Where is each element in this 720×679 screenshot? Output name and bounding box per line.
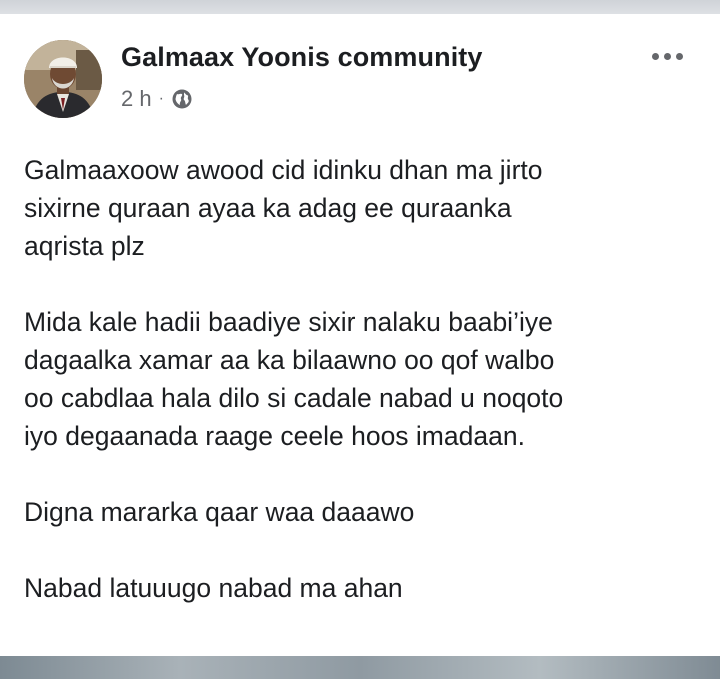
bottom-edge xyxy=(0,656,720,679)
post-paragraph-4: Nabad latuuugo nabad ma ahan xyxy=(24,569,694,607)
text-line: Galmaaxoow awood cid idinku dhan ma jirt… xyxy=(24,155,543,185)
avatar[interactable] xyxy=(24,40,102,118)
meta-separator: · xyxy=(158,90,164,107)
text-line: sixirne quraan ayaa ka adag ee quraanka xyxy=(24,193,512,223)
more-options-dot xyxy=(651,52,659,60)
text-line: iyo degaanada raage ceele hoos imadaan. xyxy=(24,421,525,451)
text-line: oo cabdlaa hala dilo si cadale nabad u n… xyxy=(24,383,564,413)
author-name[interactable]: Galmaax Yoonis community xyxy=(121,42,483,73)
more-options-dot xyxy=(675,52,683,60)
more-options-dot xyxy=(663,52,671,60)
post-paragraph-3: Digna mararka qaar waa daaawo xyxy=(24,493,694,531)
post-time[interactable]: 2 h xyxy=(121,86,152,112)
post-card: Galmaax Yoonis community 2 h · Galmaaxoo… xyxy=(0,14,720,656)
text-line: dagaalka xamar aa ka bilaawno oo qof wal… xyxy=(24,345,555,375)
post-paragraph-1: Galmaaxoow awood cid idinku dhan ma jirt… xyxy=(24,151,694,265)
text-line: Mida kale hadii baadiye sixir nalaku baa… xyxy=(24,307,553,337)
top-edge xyxy=(0,0,720,14)
more-options-button[interactable] xyxy=(644,42,690,70)
post-meta: 2 h · xyxy=(121,86,193,112)
avatar-photo xyxy=(24,40,102,118)
text-line: Nabad latuuugo nabad ma ahan xyxy=(24,573,403,603)
post-text: Galmaaxoow awood cid idinku dhan ma jirt… xyxy=(24,151,694,607)
post-paragraph-2: Mida kale hadii baadiye sixir nalaku baa… xyxy=(24,303,694,455)
globe-icon xyxy=(171,88,193,110)
text-line: aqrista plz xyxy=(24,231,145,261)
text-line: Digna mararka qaar waa daaawo xyxy=(24,497,415,527)
